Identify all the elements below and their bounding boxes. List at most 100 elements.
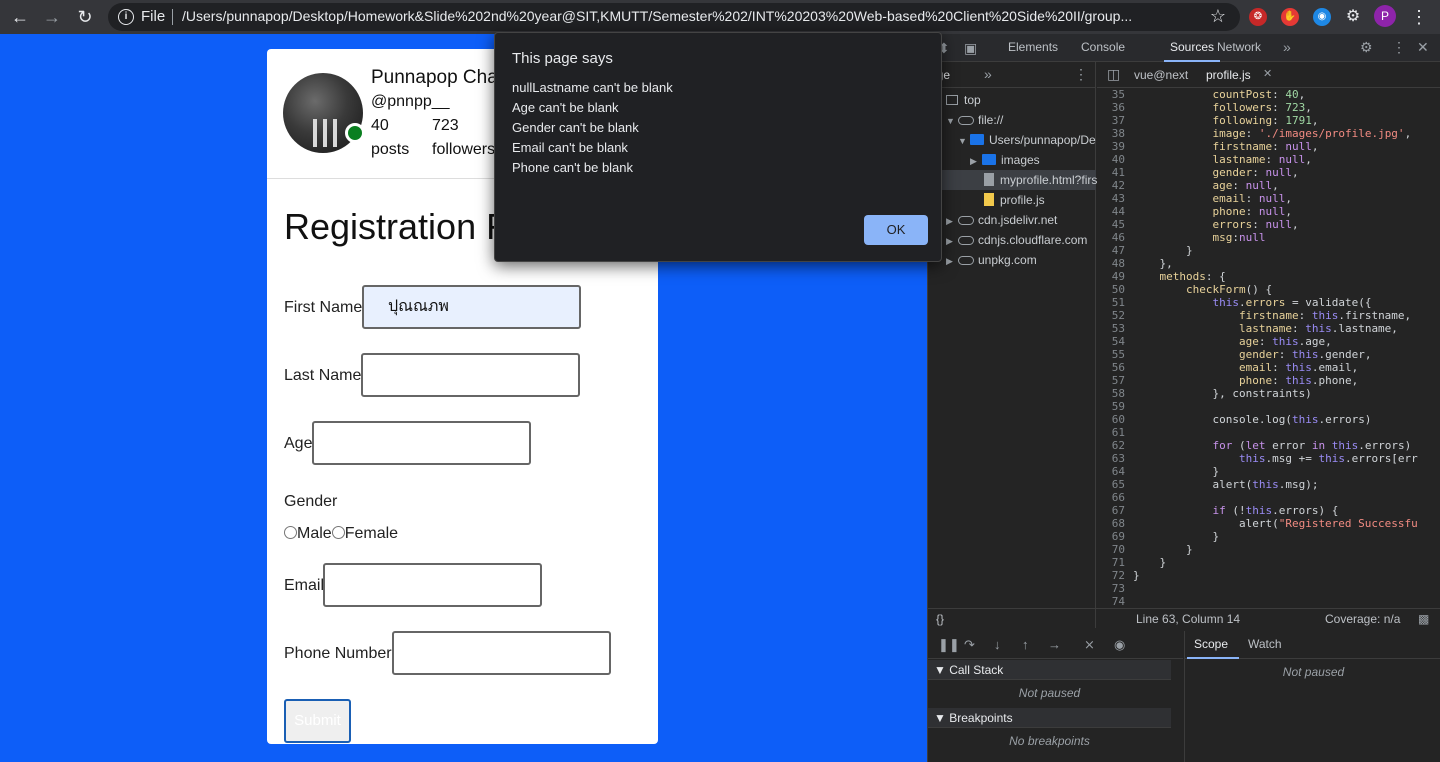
code-line[interactable]: 65 alert(this.msg);: [1097, 478, 1319, 491]
line-number[interactable]: 69: [1097, 530, 1133, 543]
line-number[interactable]: 39: [1097, 140, 1133, 153]
extension-hand-icon[interactable]: ✋: [1281, 8, 1299, 26]
tree-item-images[interactable]: ▶ images: [970, 150, 1040, 170]
age-input[interactable]: [312, 421, 531, 465]
code-line[interactable]: 71 }: [1097, 556, 1166, 569]
back-arrow-icon[interactable]: ←: [8, 5, 32, 29]
line-number[interactable]: 46: [1097, 231, 1133, 244]
line-number[interactable]: 36: [1097, 101, 1133, 114]
extension-eye-icon[interactable]: ◉: [1313, 8, 1331, 26]
code-line[interactable]: 61: [1097, 426, 1133, 439]
tab-console[interactable]: Console: [1081, 40, 1125, 54]
line-number[interactable]: 52: [1097, 309, 1133, 322]
code-line[interactable]: 43 email: null,: [1097, 192, 1292, 205]
line-number[interactable]: 58: [1097, 387, 1133, 400]
step-icon[interactable]: →: [1048, 637, 1061, 652]
step-over-icon[interactable]: ↷: [964, 637, 975, 653]
code-line[interactable]: 35 countPost: 40,: [1097, 88, 1305, 101]
line-number[interactable]: 68: [1097, 517, 1133, 530]
info-icon[interactable]: i: [118, 9, 134, 25]
code-line[interactable]: 60 console.log(this.errors): [1097, 413, 1372, 426]
code-line[interactable]: 47 }: [1097, 244, 1193, 257]
tab-sources[interactable]: Sources: [1170, 40, 1214, 54]
tree-item-file[interactable]: ▼ file://: [946, 110, 1003, 130]
tree-item-myprofile[interactable]: myprofile.html?firs: [928, 170, 1097, 190]
tab-watch[interactable]: Watch: [1248, 637, 1282, 651]
call-stack-header[interactable]: ▼ Call Stack: [928, 660, 1171, 680]
code-line[interactable]: 66: [1097, 491, 1133, 504]
line-number[interactable]: 73: [1097, 582, 1133, 595]
line-number[interactable]: 47: [1097, 244, 1133, 257]
deactivate-breakpoints-icon[interactable]: ⨯: [1084, 637, 1095, 653]
editor-tab-profile-js[interactable]: profile.js: [1206, 68, 1251, 82]
tree-item-cdnjs[interactable]: ▶ cdnjs.cloudflare.com: [946, 230, 1087, 250]
step-into-icon[interactable]: ↓: [994, 637, 1001, 652]
code-line[interactable]: 45 errors: null,: [1097, 218, 1299, 231]
tree-item-profile-js[interactable]: profile.js: [984, 190, 1045, 210]
line-number[interactable]: 66: [1097, 491, 1133, 504]
code-line[interactable]: 57 phone: this.phone,: [1097, 374, 1358, 387]
code-line[interactable]: 51 this.errors = validate({: [1097, 296, 1372, 309]
code-line[interactable]: 68 alert("Registered Successfu: [1097, 517, 1418, 530]
line-number[interactable]: 38: [1097, 127, 1133, 140]
device-toggle-icon[interactable]: ▣: [964, 40, 977, 57]
tab-elements[interactable]: Elements: [1008, 40, 1058, 54]
code-line[interactable]: 54 age: this.age,: [1097, 335, 1332, 348]
code-line[interactable]: 59: [1097, 400, 1133, 413]
format-braces-icon[interactable]: {}: [936, 609, 944, 629]
bookmark-star-icon[interactable]: ☆: [1210, 6, 1226, 27]
code-line[interactable]: 46 msg:null: [1097, 231, 1266, 244]
last-name-input[interactable]: [361, 353, 580, 397]
line-number[interactable]: 35: [1097, 88, 1133, 101]
code-line[interactable]: 69 }: [1097, 530, 1219, 543]
panel-toggle-icon[interactable]: ▩: [1418, 609, 1429, 629]
first-name-input[interactable]: ปุณณภพ: [362, 285, 581, 329]
tab-network[interactable]: Network: [1217, 40, 1261, 54]
more-tabs-icon[interactable]: »: [1283, 39, 1291, 55]
line-number[interactable]: 71: [1097, 556, 1133, 569]
line-number[interactable]: 42: [1097, 179, 1133, 192]
line-number[interactable]: 72: [1097, 569, 1133, 582]
line-number[interactable]: 43: [1097, 192, 1133, 205]
phone-input[interactable]: [392, 631, 611, 675]
tab-scope[interactable]: Scope: [1194, 637, 1228, 651]
tree-item-jsdelivr[interactable]: ▶ cdn.jsdelivr.net: [946, 210, 1057, 230]
step-out-icon[interactable]: ↑: [1022, 637, 1029, 652]
code-line[interactable]: 53 lastname: this.lastname,: [1097, 322, 1398, 335]
tree-item-unpkg[interactable]: ▶ unpkg.com: [946, 250, 1037, 270]
line-number[interactable]: 50: [1097, 283, 1133, 296]
code-line[interactable]: 67 if (!this.errors) {: [1097, 504, 1339, 517]
breakpoints-header[interactable]: ▼ Breakpoints: [928, 708, 1171, 728]
line-number[interactable]: 74: [1097, 595, 1133, 608]
tree-item-top[interactable]: top: [946, 90, 981, 110]
dialog-ok-button[interactable]: OK: [864, 215, 928, 245]
line-number[interactable]: 59: [1097, 400, 1133, 413]
navigator-menu-icon[interactable]: ⋮: [1074, 66, 1088, 83]
code-line[interactable]: 58 }, constraints): [1097, 387, 1312, 400]
line-number[interactable]: 64: [1097, 465, 1133, 478]
tree-item-users-folder[interactable]: ▼ Users/punnapop/De: [958, 130, 1096, 150]
line-number[interactable]: 61: [1097, 426, 1133, 439]
code-line[interactable]: 39 firstname: null,: [1097, 140, 1319, 153]
settings-gear-icon[interactable]: ⚙: [1360, 39, 1373, 56]
line-number[interactable]: 56: [1097, 361, 1133, 374]
code-line[interactable]: 73: [1097, 582, 1133, 595]
forward-arrow-icon[interactable]: →: [40, 5, 64, 29]
extensions-puzzle-icon[interactable]: ⚙: [1344, 8, 1362, 26]
code-line[interactable]: 38 image: './images/profile.jpg',: [1097, 127, 1411, 140]
code-line[interactable]: 63 this.msg += this.errors[err: [1097, 452, 1418, 465]
code-line[interactable]: 55 gender: this.gender,: [1097, 348, 1372, 361]
code-line[interactable]: 48 },: [1097, 257, 1173, 270]
line-number[interactable]: 51: [1097, 296, 1133, 309]
code-line[interactable]: 41 gender: null,: [1097, 166, 1299, 179]
code-line[interactable]: 37 following: 1791,: [1097, 114, 1319, 127]
male-radio[interactable]: [284, 526, 297, 539]
code-line[interactable]: 42 age: null,: [1097, 179, 1279, 192]
line-number[interactable]: 53: [1097, 322, 1133, 335]
line-number[interactable]: 45: [1097, 218, 1133, 231]
code-line[interactable]: 56 email: this.email,: [1097, 361, 1358, 374]
code-line[interactable]: 50 checkForm() {: [1097, 283, 1272, 296]
profile-avatar[interactable]: P: [1374, 5, 1396, 27]
more-navigator-tabs-icon[interactable]: »: [984, 66, 992, 82]
line-number[interactable]: 48: [1097, 257, 1133, 270]
